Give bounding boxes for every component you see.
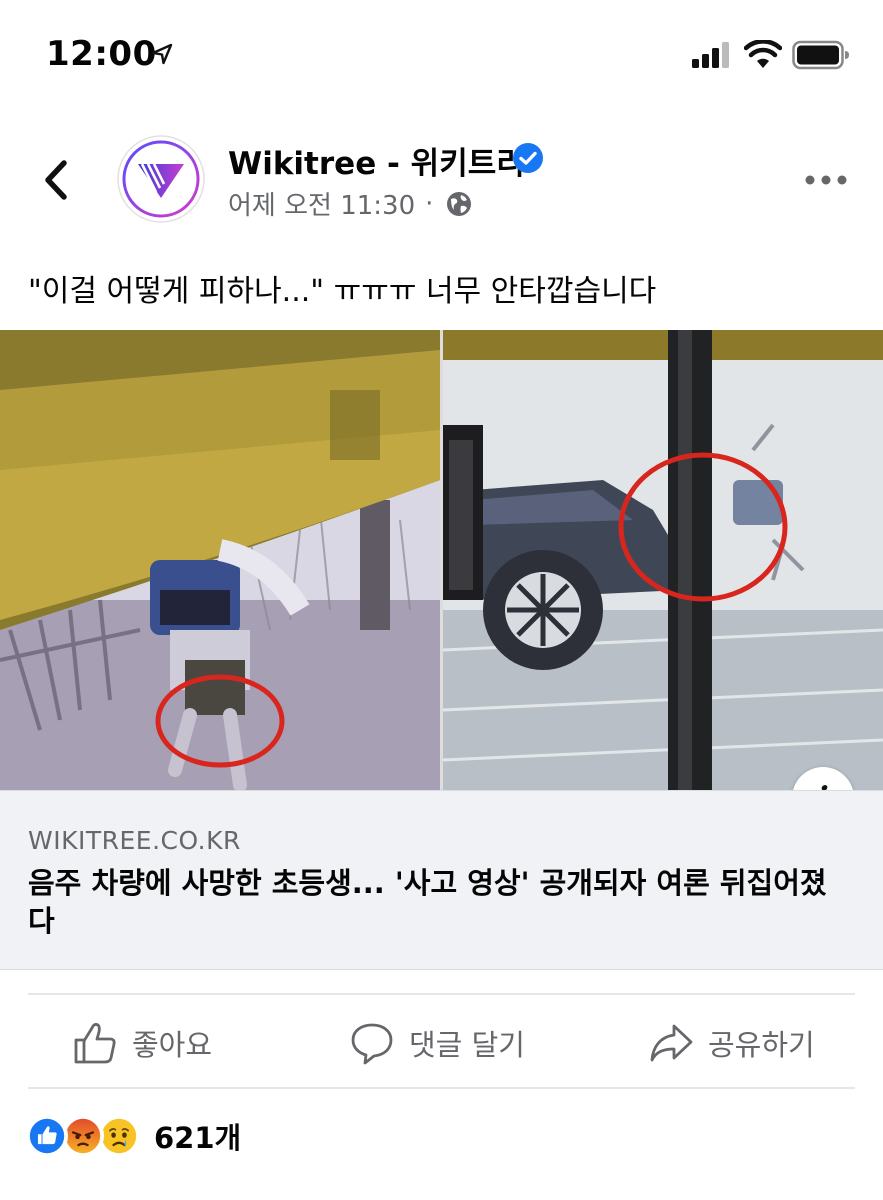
- comment-button[interactable]: 댓글 달기: [349, 1016, 525, 1070]
- like-icon: [26, 1115, 68, 1157]
- link-domain[interactable]: WIKITREE.CO.KR: [28, 826, 241, 855]
- reactions-summary[interactable]: 621개: [26, 1114, 241, 1158]
- post-timestamp[interactable]: 어제 오전 11:30: [228, 185, 415, 222]
- post-text: "이걸 어떻게 피하나..." ㅠㅠㅠ 너무 안타깝습니다: [28, 274, 657, 309]
- share-label: 공유하기: [708, 1028, 815, 1062]
- page-name[interactable]: Wikitree - 위키트리: [228, 138, 525, 183]
- meta-separator: ·: [425, 188, 434, 219]
- battery-icon: [792, 40, 849, 70]
- like-button[interactable]: 좋아요: [72, 1016, 212, 1070]
- divider-bottom: [28, 1087, 855, 1089]
- sad-icon: [98, 1115, 140, 1157]
- angry-icon: [62, 1115, 104, 1157]
- wifi-icon: [744, 40, 782, 68]
- thumbs-up-icon: [74, 1023, 116, 1064]
- post-meta: 어제 오전 11:30 ·: [228, 185, 473, 222]
- location-arrow-icon: [151, 43, 173, 65]
- cellular-signal-icon: [692, 42, 729, 68]
- comment-bubble-icon: [351, 1023, 393, 1065]
- reaction-count[interactable]: 621개: [154, 1115, 241, 1157]
- comment-label: 댓글 달기: [409, 1028, 525, 1062]
- status-bar: 12:00: [0, 0, 883, 110]
- page-avatar[interactable]: [116, 134, 206, 224]
- post-media[interactable]: [0, 330, 883, 790]
- more-options-button[interactable]: [804, 168, 848, 192]
- cctv-image-right[interactable]: [443, 330, 883, 790]
- cctv-image-left[interactable]: [0, 330, 440, 790]
- share-button[interactable]: 공유하기: [648, 1016, 815, 1070]
- like-label: 좋아요: [132, 1028, 213, 1062]
- globe-icon: [447, 191, 472, 216]
- divider-top: [28, 993, 855, 995]
- share-arrow-icon: [650, 1024, 693, 1062]
- link-title[interactable]: 음주 차량에 사망한 초등생... '사고 영상' 공개되자 여론 뒤집어졌다: [28, 864, 848, 940]
- status-time: 12:00: [46, 34, 157, 74]
- back-button[interactable]: [36, 155, 76, 205]
- verified-badge-icon: [513, 143, 543, 173]
